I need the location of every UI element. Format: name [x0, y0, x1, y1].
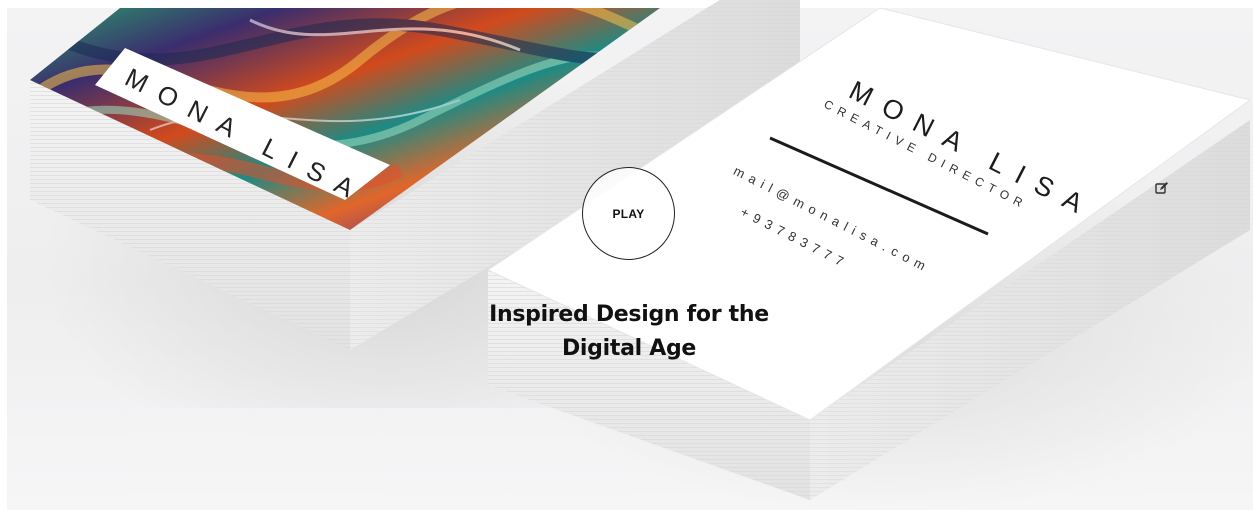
hero-headline-line1: Inspired Design for the	[489, 302, 769, 327]
hero-headline-line2: Digital Age	[561, 336, 697, 361]
play-button-label: PLAY	[612, 206, 645, 221]
hero-headline: Inspired Design for the Digital Age	[458, 298, 800, 366]
play-button[interactable]: PLAY	[582, 167, 675, 260]
edit-icon[interactable]	[1154, 180, 1170, 196]
